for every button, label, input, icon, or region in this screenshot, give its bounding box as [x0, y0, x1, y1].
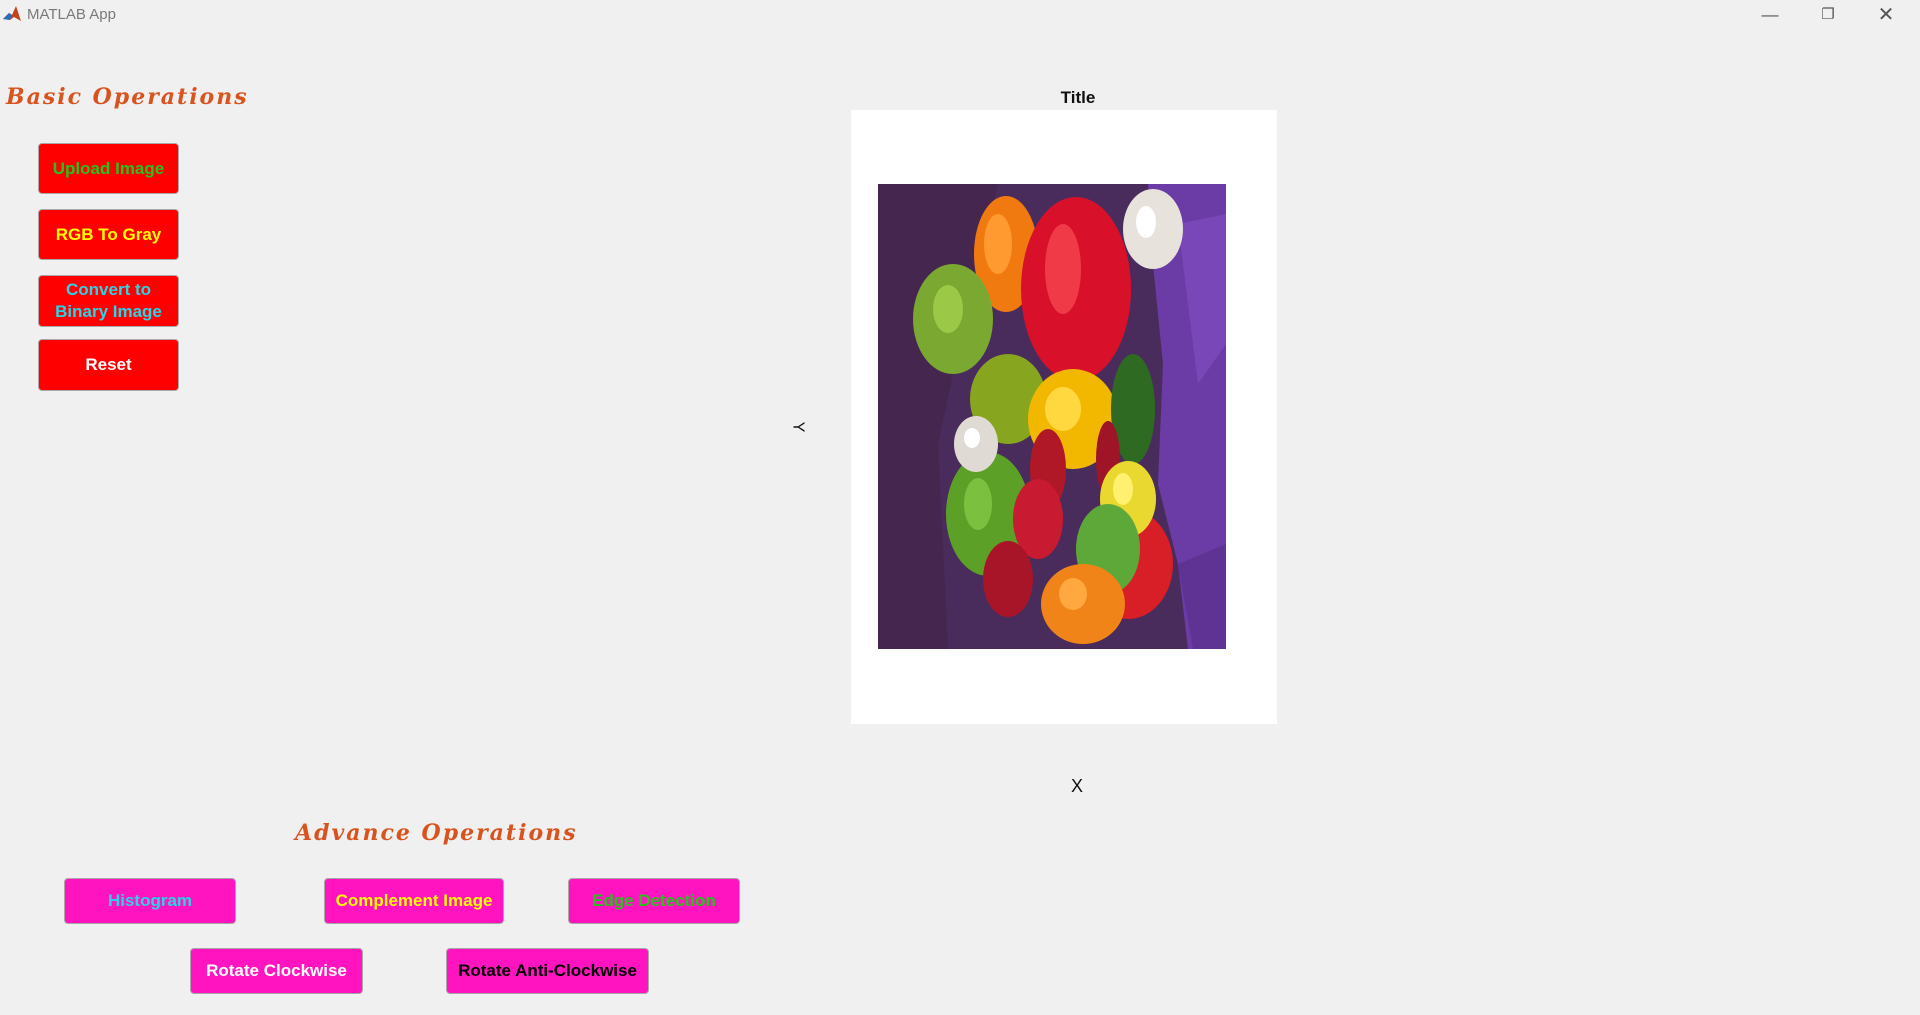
basic-operations-heading: Basic Operations: [6, 84, 249, 110]
rotate-anti-clockwise-button[interactable]: Rotate Anti-Clockwise: [446, 948, 649, 994]
matlab-logo-icon: [2, 5, 22, 23]
axes-title: Title: [1060, 88, 1096, 107]
upload-image-button[interactable]: Upload Image: [38, 143, 179, 194]
edge-detection-button[interactable]: Edge Detection: [568, 878, 740, 924]
rgb-to-gray-button[interactable]: RGB To Gray: [38, 209, 179, 260]
window-title: MATLAB App: [27, 6, 116, 23]
peppers-image: [878, 184, 1226, 649]
advance-operations-heading: Advance Operations: [295, 820, 578, 846]
minimize-icon[interactable]: —: [1747, 2, 1793, 28]
y-axis-label: Y: [789, 421, 807, 433]
convert-to-binary-button[interactable]: Convert to Binary Image: [38, 275, 179, 327]
close-icon[interactable]: ✕: [1863, 2, 1909, 28]
titlebar: MATLAB App — ❐ ✕: [0, 0, 1920, 29]
x-axis-label: X: [1071, 776, 1084, 796]
histogram-button[interactable]: Histogram: [64, 878, 236, 924]
rotate-clockwise-button[interactable]: Rotate Clockwise: [190, 948, 363, 994]
complement-image-button[interactable]: Complement Image: [324, 878, 504, 924]
restore-icon[interactable]: ❐: [1805, 2, 1851, 28]
reset-button[interactable]: Reset: [38, 339, 179, 391]
